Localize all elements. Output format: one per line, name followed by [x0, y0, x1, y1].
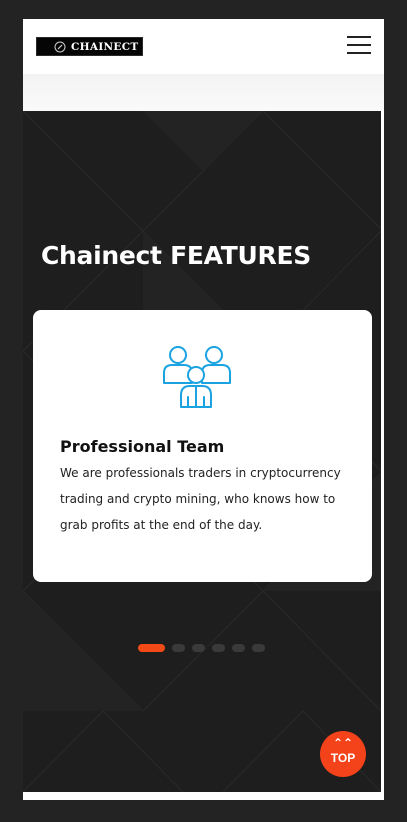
- header-subbar: [23, 74, 384, 111]
- pagination-dot[interactable]: [172, 644, 185, 652]
- page-frame: CHAINECT Chainect FEATURES Professional …: [23, 19, 384, 800]
- back-to-top-button[interactable]: ⌃⌃ TOP: [320, 731, 366, 777]
- carousel-pagination: [138, 644, 265, 652]
- menu-bar: [347, 36, 371, 38]
- menu-bar: [347, 52, 371, 54]
- back-to-top-label: TOP: [330, 751, 356, 765]
- pagination-dot-active[interactable]: [138, 644, 165, 652]
- features-section: Chainect FEATURES Professional Team We a…: [23, 111, 381, 792]
- footer-strip: [23, 792, 384, 800]
- pagination-dot[interactable]: [192, 644, 205, 652]
- menu-bar: [347, 44, 371, 46]
- chain-link-icon: [54, 41, 66, 52]
- feature-card[interactable]: Professional Team We are professionals t…: [33, 310, 372, 582]
- brand-name: CHAINECT: [71, 40, 139, 53]
- pagination-dot[interactable]: [232, 644, 245, 652]
- brand-logo[interactable]: CHAINECT: [36, 37, 143, 56]
- feature-card-title: Professional Team: [60, 437, 225, 456]
- team-icon: [163, 346, 231, 408]
- features-heading: Chainect FEATURES: [41, 241, 311, 270]
- feature-card-text: We are professionals traders in cryptocu…: [60, 466, 341, 532]
- hamburger-menu-button[interactable]: [347, 34, 371, 58]
- pagination-dot[interactable]: [252, 644, 265, 652]
- double-chevron-up-icon: ⌃⌃: [332, 736, 354, 750]
- site-header: CHAINECT: [23, 19, 384, 74]
- pagination-dot[interactable]: [212, 644, 225, 652]
